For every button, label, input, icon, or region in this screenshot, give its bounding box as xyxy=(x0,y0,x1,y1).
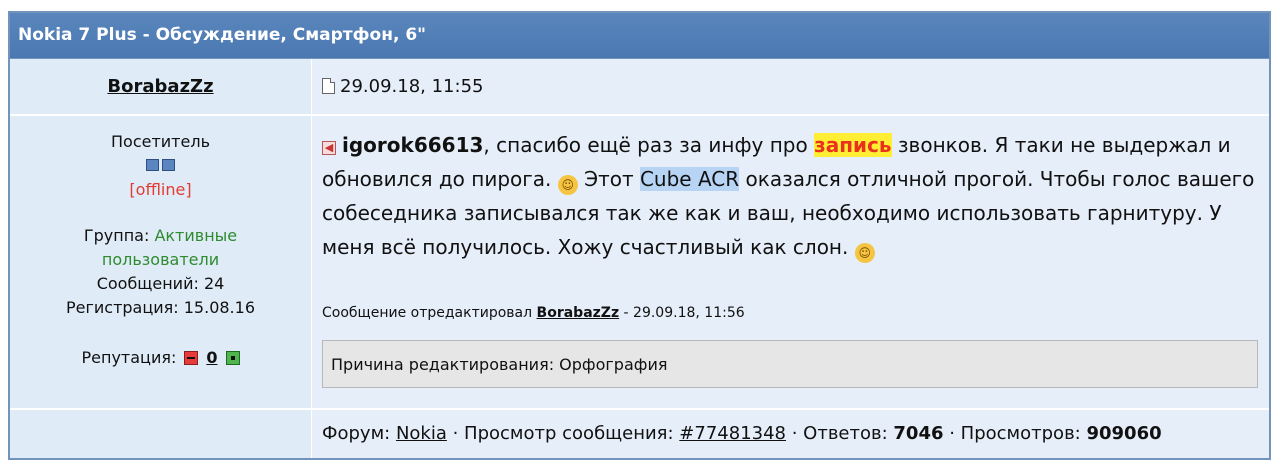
forum-post-panel: Nokia 7 Plus - Обсуждение, Смартфон, 6" … xyxy=(8,11,1271,460)
author-cell: BorabazZz xyxy=(10,59,312,116)
forum-link[interactable]: Nokia xyxy=(396,423,447,444)
footer-left-cell xyxy=(10,410,312,458)
user-status: [offline] xyxy=(129,180,192,199)
rank-icon xyxy=(146,159,175,171)
document-icon[interactable] xyxy=(322,78,335,94)
edit-note: Сообщение отредактировал BorabazZz - 29.… xyxy=(322,305,745,321)
rolling-laugh-emoji-icon: ☺ xyxy=(557,175,578,195)
user-info-panel: Посетитель [offline] Группа: Активные по… xyxy=(10,116,312,410)
user-registration: Регистрация: 15.08.16 xyxy=(65,298,255,317)
grin-emoji-icon: ☺ xyxy=(854,243,875,263)
post-text: ◀ igorok66613, спасибо ещё раз за инфу пр… xyxy=(312,116,1269,388)
quote-icon[interactable]: ◀ xyxy=(322,141,336,155)
post-date: 29.09.18, 11:55 xyxy=(340,76,484,97)
post-footer: Форум: Nokia · Просмотр сообщения: #7748… xyxy=(312,410,1269,458)
reputation: Репутация: 0 xyxy=(82,346,240,370)
topic-title: Nokia 7 Plus - Обсуждение, Смартфон, 6" xyxy=(10,13,1269,59)
user-group: Группа: Активные xyxy=(83,226,238,245)
edit-reason-box: Причина редактирования: Орфография xyxy=(322,340,1258,388)
user-messages: Сообщений: 24 xyxy=(96,274,225,293)
post-date-cell: 29.09.18, 11:55 xyxy=(312,59,1269,116)
selected-text: Cube ACR xyxy=(639,167,740,191)
reputation-label: Репутация: xyxy=(81,348,177,367)
replies-count: 7046 xyxy=(893,423,944,444)
reputation-minus-icon[interactable] xyxy=(184,351,199,365)
reputation-plus-icon[interactable] xyxy=(225,351,240,365)
views-count: 909060 xyxy=(1086,423,1162,444)
editor-link[interactable]: BorabazZz xyxy=(537,305,620,321)
search-highlight: запись xyxy=(814,133,892,157)
message-link[interactable]: #77481348 xyxy=(679,423,786,444)
user-rank: Посетитель xyxy=(111,132,210,151)
user-group-value: пользователи xyxy=(101,250,220,269)
reputation-value[interactable]: 0 xyxy=(206,346,217,370)
post-body-cell: ◀ igorok66613, спасибо ещё раз за инфу пр… xyxy=(312,116,1269,410)
mention-nick[interactable]: igorok66613 xyxy=(342,133,483,157)
author-link[interactable]: BorabazZz xyxy=(107,76,213,97)
